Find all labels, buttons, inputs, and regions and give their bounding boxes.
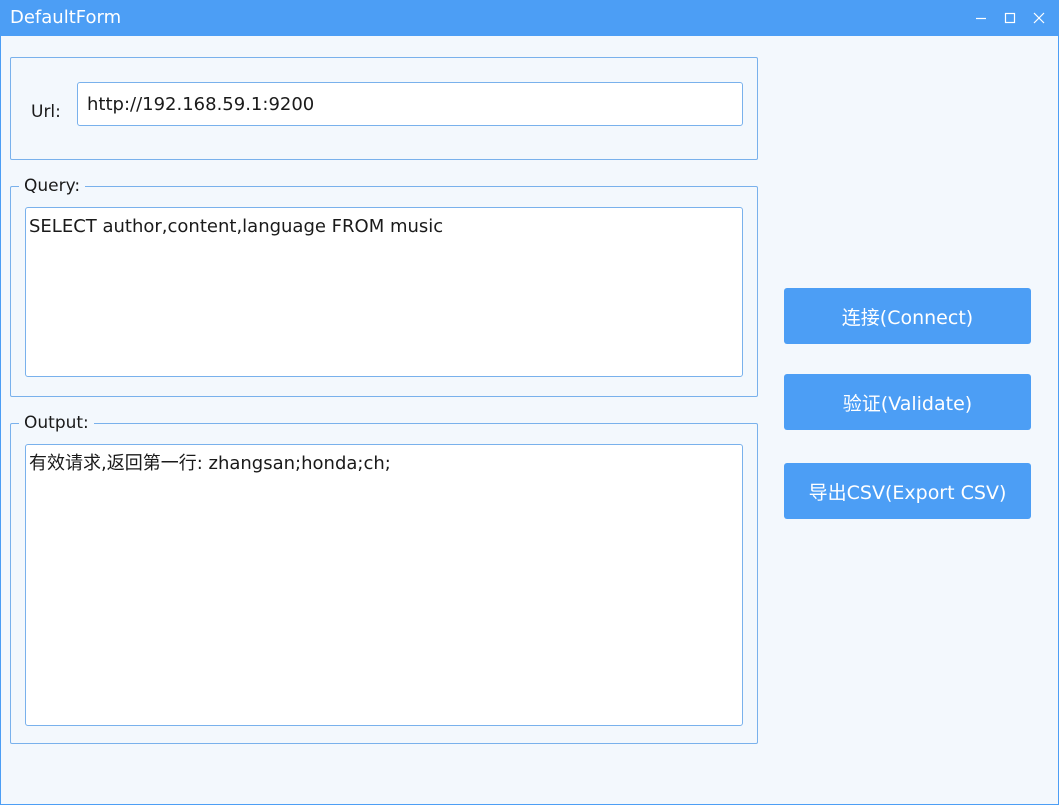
maximize-button[interactable] xyxy=(999,7,1021,29)
app-window: DefaultForm Url: Query: SELECT author,co… xyxy=(0,0,1059,805)
title-bar[interactable]: DefaultForm xyxy=(1,1,1058,36)
minimize-button[interactable] xyxy=(970,7,992,29)
validate-button[interactable]: 验证(Validate) xyxy=(784,374,1031,430)
query-legend: Query: xyxy=(19,176,86,196)
url-group: Url: xyxy=(10,57,758,160)
close-button[interactable] xyxy=(1028,7,1050,29)
minimize-icon xyxy=(976,17,986,20)
output-textarea[interactable]: 有效请求,返回第一行: zhangsan;honda;ch; xyxy=(25,444,743,726)
connect-button[interactable]: 连接(Connect) xyxy=(784,288,1031,344)
url-label: Url: xyxy=(31,102,61,122)
output-group: Output: 有效请求,返回第一行: zhangsan;honda;ch; xyxy=(10,413,758,744)
window-title: DefaultForm xyxy=(10,7,122,28)
query-textarea[interactable]: SELECT author,content,language FROM musi… xyxy=(25,207,743,377)
export-csv-button[interactable]: 导出CSV(Export CSV) xyxy=(784,463,1031,519)
maximize-icon xyxy=(1004,12,1016,24)
url-input[interactable] xyxy=(77,82,743,126)
close-icon xyxy=(1033,12,1045,24)
output-legend: Output: xyxy=(19,413,94,433)
query-group: Query: SELECT author,content,language FR… xyxy=(10,176,758,397)
